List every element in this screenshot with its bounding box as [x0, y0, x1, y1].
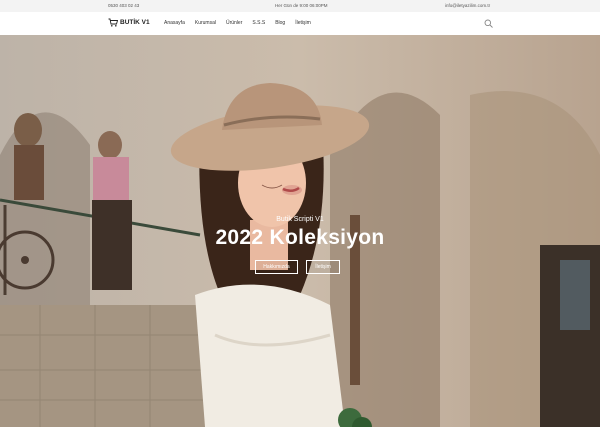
nav-item-sss[interactable]: S.S.S [252, 20, 265, 26]
phone-number: 0530 403 02 43 [108, 3, 140, 8]
top-info-bar: 0530 403 02 43 Her Gün de 9:00 06:00PM i… [0, 0, 600, 12]
nav-item-iletisim[interactable]: İletişim [295, 20, 311, 26]
nav-menu: Anasayfa Kurumsal Ürünler S.S.S Blog İle… [164, 20, 321, 26]
working-hours: Her Gün de 9:00 06:00PM [275, 3, 328, 8]
nav-item-anasayfa[interactable]: Anasayfa [164, 20, 185, 26]
main-navigation: BUTİK V1 Anasayfa Kurumsal Ürünler S.S.S… [0, 12, 600, 36]
nav-item-kurumsal[interactable]: Kurumsal [195, 20, 216, 26]
about-button[interactable]: Hakkımızda [255, 260, 298, 274]
logo-text: BUTİK V1 [120, 19, 150, 26]
search-icon[interactable] [484, 19, 493, 28]
hero-subtitle: Butik Scripti V1 [276, 216, 324, 223]
contact-button[interactable]: İletişim [306, 260, 340, 274]
site-logo[interactable]: BUTİK V1 [108, 18, 150, 27]
nav-item-blog[interactable]: Blog [275, 20, 285, 26]
email-address[interactable]: info@iletyazilim.com.tr [445, 3, 490, 8]
cart-icon [108, 18, 118, 27]
nav-item-urunler[interactable]: Ürünler [226, 20, 242, 26]
hero-title: 2022 Koleksiyon [215, 226, 385, 249]
hero-banner: Butik Scripti V1 2022 Koleksiyon Hakkımı… [0, 35, 600, 427]
